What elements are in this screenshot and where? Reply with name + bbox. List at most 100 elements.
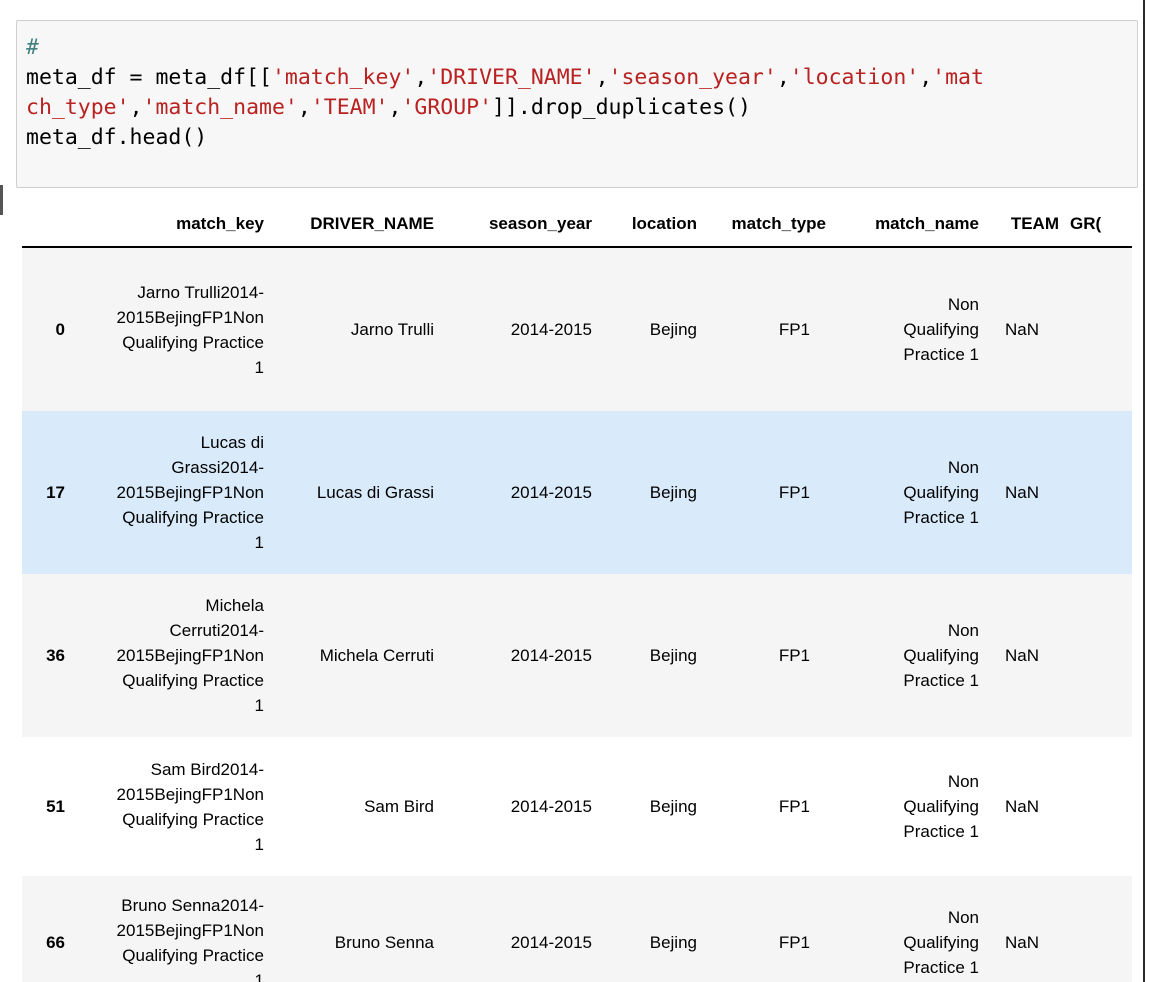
code-line: meta_df = meta_df[['match_key','DRIVER_N… — [26, 63, 984, 93]
match-key-cell: Bruno Senna2014- 2015BejingFP1Non Qualifyi… — [67, 876, 270, 982]
team-cell: NaN — [985, 574, 1065, 737]
match-key-cell-line: 1 — [254, 970, 264, 982]
match-type-cell: FP1 — [703, 876, 832, 982]
match-name-cell-line: Non — [947, 458, 979, 477]
match-key-cell-line: 2015BejingFP1Non — [116, 920, 264, 940]
match-type-cell: FP1 — [703, 574, 832, 737]
match-key-cell-line: 2015BejingFP1Non — [116, 307, 264, 327]
code-editor[interactable]: # meta_df = meta_df[['match_key','DRIVER_… — [26, 33, 984, 153]
code-string-token: 'location' — [789, 65, 920, 90]
code-string-token: 'season_year' — [608, 65, 777, 90]
location-cell: Bejing — [598, 737, 703, 876]
code-line: ch_type','match_name','TEAM','GROUP']].d… — [26, 93, 984, 123]
match-key-cell-line: 2015BejingFP1Non — [116, 646, 264, 665]
table-row: 17 Lucas di Grassi2014- 2015BejingFP1Non Qua… — [22, 411, 1132, 574]
location-cell: Bejing — [598, 411, 703, 574]
match-type-cell: FP1 — [703, 737, 832, 876]
code-token: , — [776, 65, 790, 90]
row-index-cell: 51 — [22, 737, 67, 876]
column-header-location: location — [598, 202, 703, 248]
code-token: , — [388, 95, 402, 120]
driver-name-cell: Bruno Senna — [270, 876, 440, 982]
table-row: 0 Jarno Trulli2014- 2015BejingFP1Non Qualif… — [22, 247, 1132, 411]
column-header-team: TEAM — [985, 202, 1065, 248]
match-key-cell-line: Sam Bird2014- — [150, 759, 264, 779]
match-key-cell-line: 1 — [254, 357, 264, 377]
match-key-cell-line: Jarno Trulli2014- — [137, 282, 264, 302]
column-header-group: GR( — [1065, 202, 1132, 248]
code-token: meta_df = meta_df[[ — [26, 65, 272, 90]
season-year-cell: 2014-2015 — [440, 247, 598, 411]
match-name-cell: Non Qualifying Practice 1 — [832, 876, 985, 982]
code-token: , — [414, 65, 428, 90]
match-name-cell-line: Non — [947, 295, 979, 314]
column-header-index — [22, 202, 67, 248]
code-string-token: 'GROUP' — [401, 95, 493, 120]
code-line: meta_df.head() — [26, 123, 984, 153]
row-index-cell: 17 — [22, 411, 67, 574]
match-name-cell: Non Qualifying Practice 1 — [832, 411, 985, 574]
table-header-row: match_key DRIVER_NAME season_year locati… — [22, 202, 1132, 248]
match-key-cell-line: 1 — [254, 834, 264, 854]
match-key-cell-line: Grassi2014- — [171, 458, 264, 477]
match-name-cell-line: Practice 1 — [903, 671, 979, 690]
team-cell: NaN — [985, 737, 1065, 876]
column-header-match-key: match_key — [67, 202, 270, 248]
code-token: , — [129, 95, 143, 120]
match-key-cell-line: Michela — [205, 596, 264, 615]
driver-name-cell: Lucas di Grassi — [270, 411, 440, 574]
season-year-cell: 2014-2015 — [440, 737, 598, 876]
code-string-token: ch_type' — [26, 95, 130, 120]
match-name-cell-line: Practice 1 — [903, 958, 979, 977]
match-name-cell-line: Qualifying — [903, 933, 979, 952]
row-index-cell: 0 — [22, 247, 67, 411]
column-header-match-name: match_name — [832, 202, 985, 248]
match-key-cell-line: 2015BejingFP1Non — [116, 483, 264, 502]
match-key-cell-line: Bruno Senna2014- — [121, 895, 264, 915]
match-key-cell-line: 1 — [254, 533, 264, 552]
driver-name-cell: Jarno Trulli — [270, 247, 440, 411]
match-key-cell-line: Qualifying Practice — [122, 332, 264, 352]
driver-name-cell: Michela Cerruti — [270, 574, 440, 737]
match-key-cell-line: Qualifying Practice — [122, 508, 264, 527]
match-key-cell-line: 2015BejingFP1Non — [116, 784, 264, 804]
row-index-cell: 66 — [22, 876, 67, 982]
match-name-cell: Non Qualifying Practice 1 — [832, 247, 985, 411]
match-key-cell: Jarno Trulli2014- 2015BejingFP1Non Qualify… — [67, 247, 270, 411]
notebook-right-border — [1143, 0, 1145, 982]
table-row: 51 Sam Bird2014- 2015BejingFP1Non Qualifyin… — [22, 737, 1132, 876]
match-key-cell: Lucas di Grassi2014- 2015BejingFP1Non Quali… — [67, 411, 270, 574]
code-string-token: 'DRIVER_NAME' — [427, 65, 596, 90]
dataframe-output-table: match_key DRIVER_NAME season_year locati… — [22, 202, 1132, 982]
match-key-cell: Michela Cerruti2014- 2015BejingFP1Non Quali… — [67, 574, 270, 737]
match-name-cell-line: Non — [947, 621, 979, 640]
match-name-cell: Non Qualifying Practice 1 — [832, 574, 985, 737]
output-prompt-marker — [0, 185, 3, 215]
match-key-cell-line: Qualifying Practice — [122, 945, 264, 965]
match-key-cell-line: Qualifying Practice — [122, 809, 264, 829]
match-name-cell-line: Qualifying — [903, 483, 979, 502]
table-row: 66 Bruno Senna2014- 2015BejingFP1Non Qualif… — [22, 876, 1132, 982]
column-header-season-year: season_year — [440, 202, 598, 248]
code-string-token: 'match_key' — [271, 65, 415, 90]
code-string-token: 'TEAM' — [310, 95, 389, 120]
match-name-cell-line: Non — [947, 772, 979, 791]
season-year-cell: 2014-2015 — [440, 876, 598, 982]
location-cell: Bejing — [598, 247, 703, 411]
code-cell[interactable]: # meta_df = meta_df[['match_key','DRIVER_… — [16, 20, 1138, 188]
season-year-cell: 2014-2015 — [440, 574, 598, 737]
match-key-cell: Sam Bird2014- 2015BejingFP1Non Qualifying … — [67, 737, 270, 876]
team-cell: NaN — [985, 247, 1065, 411]
column-header-match-type: match_type — [703, 202, 832, 248]
code-token: meta_df.head() — [26, 125, 208, 150]
group-cell — [1065, 574, 1132, 737]
code-token: , — [919, 65, 933, 90]
code-comment-token: # — [26, 35, 39, 60]
match-key-cell-line: Qualifying Practice — [122, 671, 264, 690]
table-row: 36 Michela Cerruti2014- 2015BejingFP1Non Qua… — [22, 574, 1132, 737]
match-key-cell-line: 1 — [254, 696, 264, 715]
team-cell: NaN — [985, 411, 1065, 574]
code-token: ]].drop_duplicates() — [492, 95, 751, 120]
match-name-cell-line: Non — [947, 908, 979, 927]
group-cell — [1065, 411, 1132, 574]
